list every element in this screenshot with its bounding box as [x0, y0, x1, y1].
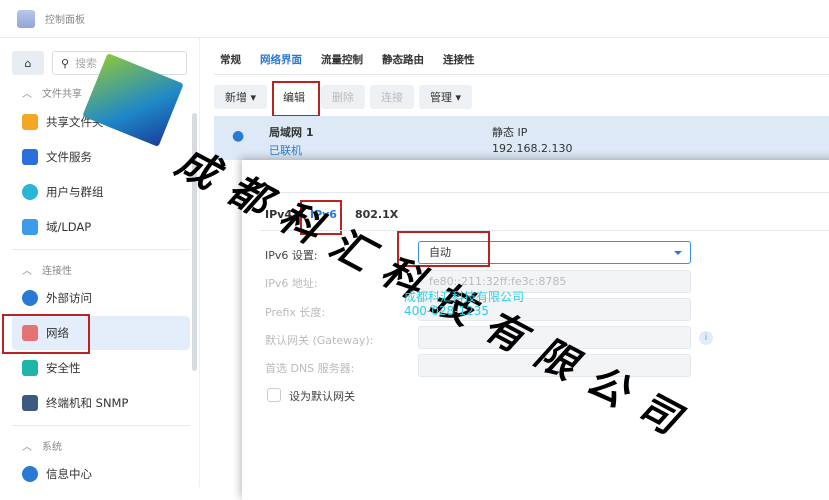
home-icon: ⌂	[24, 56, 32, 70]
section-label: 文件共享	[42, 89, 82, 100]
interface-status: 已联机	[269, 144, 302, 157]
home-button[interactable]: ⌂	[12, 51, 44, 75]
ipv6-address-label: IPv6 地址:	[265, 277, 318, 290]
control-panel-icon	[17, 9, 35, 28]
file-services-icon	[22, 149, 38, 165]
users-icon	[22, 184, 38, 200]
tab-traffic-control[interactable]: 流量控制	[321, 52, 363, 67]
add-button[interactable]: 新增 ▾	[214, 85, 268, 109]
section-file-sharing[interactable]: ︿ 文件共享	[22, 85, 82, 100]
interface-name: 局域网 1	[269, 126, 314, 139]
shield-icon	[22, 360, 38, 376]
divider	[12, 425, 190, 426]
tab-general[interactable]: 常规	[220, 52, 241, 67]
tab-divider	[214, 74, 829, 75]
gateway-field[interactable]	[418, 326, 691, 349]
gateway-label: 默认网关 (Gateway):	[265, 334, 374, 347]
sidebar-item-users-groups[interactable]: 用户与群组	[12, 175, 190, 209]
sidebar-item-info-center[interactable]: 信息中心	[12, 457, 190, 491]
section-label: 系统	[42, 442, 62, 453]
highlight-box	[272, 81, 320, 117]
title-bar: 控制面板	[0, 0, 829, 38]
default-gateway-checkbox[interactable]	[267, 388, 281, 402]
item-label: 安全性	[46, 361, 81, 375]
window-title: 控制面板	[45, 15, 85, 26]
dns-field[interactable]	[418, 354, 691, 377]
ipv6-setting-label: IPv6 设置:	[265, 249, 318, 262]
highlight-box	[397, 231, 490, 267]
dns-label: 首选 DNS 服务器:	[265, 362, 355, 375]
section-label: 连接性	[42, 266, 72, 277]
sidebar-item-terminal-snmp[interactable]: 终端机和 SNMP	[12, 386, 190, 420]
terminal-icon	[22, 395, 38, 411]
tab-8021x[interactable]: 802.1X	[355, 208, 398, 221]
edit-interface-dialog: IPv4 IPv6 802.1X IPv6 设置: 自动 IPv6 地址: fe…	[242, 160, 829, 500]
highlight-box	[2, 314, 90, 354]
company-watermark: 成都科汇科技有限公司 400-028-1235	[404, 290, 524, 318]
info-icon[interactable]: i	[699, 331, 713, 345]
item-label: 外部访问	[46, 291, 92, 305]
dialog-header-divider	[242, 192, 829, 193]
prefix-length-label: Prefix 长度:	[265, 306, 326, 319]
folder-icon	[22, 114, 38, 130]
divider	[12, 249, 190, 250]
item-label: 信息中心	[46, 467, 92, 481]
external-access-icon	[22, 290, 38, 306]
search-icon: ⚲	[61, 56, 70, 70]
manage-button[interactable]: 管理 ▾	[419, 85, 473, 109]
lan-icon: ●	[232, 128, 245, 144]
interface-type: 静态 IP	[492, 126, 528, 139]
sidebar-item-file-services[interactable]: 文件服务	[12, 140, 190, 174]
info-icon	[22, 466, 38, 482]
sidebar-scrollbar[interactable]	[192, 113, 197, 371]
item-label: 用户与群组	[46, 185, 104, 199]
section-system[interactable]: ︿ 系统	[22, 438, 62, 453]
tab-connectivity[interactable]: 连接性	[443, 52, 475, 67]
item-label: 终端机和 SNMP	[46, 396, 129, 410]
item-label: 域/LDAP	[46, 220, 92, 234]
search-placeholder: 搜索	[75, 57, 98, 70]
ldap-icon	[22, 219, 38, 235]
chevron-down-icon	[674, 251, 682, 259]
tab-static-route[interactable]: 静态路由	[382, 52, 424, 67]
section-connectivity[interactable]: ︿ 连接性	[22, 262, 72, 277]
item-label: 文件服务	[46, 150, 92, 164]
connect-button[interactable]: 连接	[370, 85, 415, 109]
tab-divider	[260, 230, 829, 231]
interface-row[interactable]: ● 局域网 1 已联机 静态 IP 192.168.2.130	[214, 116, 829, 160]
interface-ip: 192.168.2.130	[492, 142, 573, 155]
tab-ipv4[interactable]: IPv4	[265, 208, 292, 221]
delete-button[interactable]: 删除	[321, 85, 366, 109]
company-name: 成都科汇科技有限公司	[404, 290, 525, 304]
default-gateway-label: 设为默认网关	[289, 390, 355, 403]
sidebar-item-security[interactable]: 安全性	[12, 351, 190, 385]
company-phone: 400-028-1235	[404, 304, 490, 318]
tab-network-interface[interactable]: 网络界面	[260, 52, 302, 67]
sidebar-item-ldap[interactable]: 域/LDAP	[12, 210, 190, 244]
sidebar-item-external-access[interactable]: 外部访问	[12, 281, 190, 315]
